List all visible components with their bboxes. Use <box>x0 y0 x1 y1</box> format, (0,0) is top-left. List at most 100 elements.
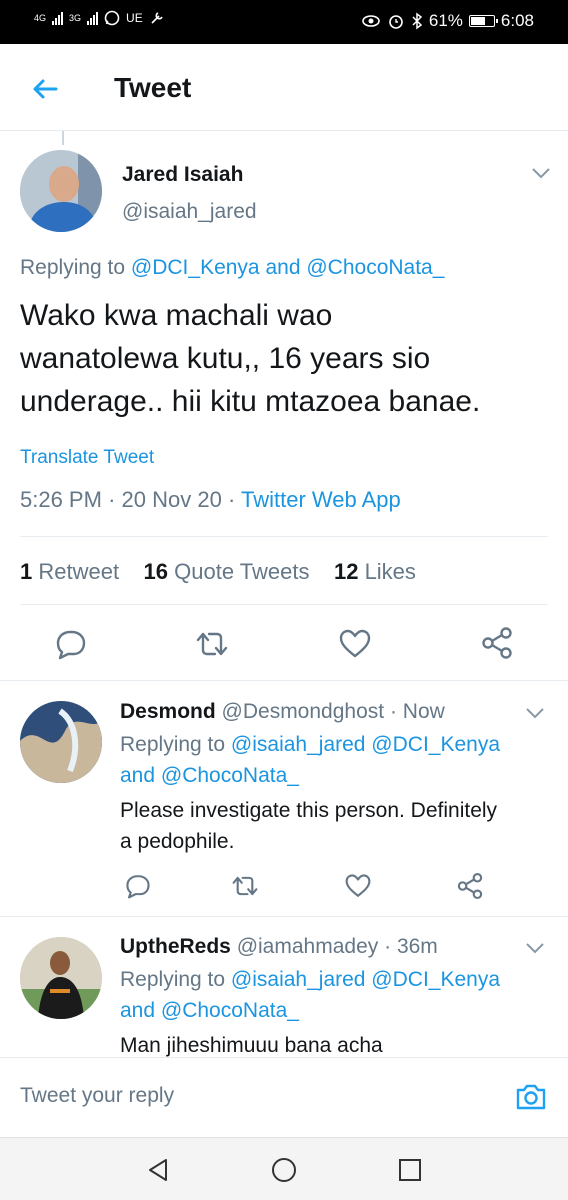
tweet-text: Wako kwa machali wao wanatolewa kutu,, 1… <box>20 294 550 423</box>
replying-to: Replying to @DCI_Kenya and @ChocoNata_ <box>20 256 444 280</box>
divider <box>0 916 568 917</box>
meta-dot: · <box>227 487 236 512</box>
avatar[interactable] <box>20 937 102 1019</box>
square-recents-icon[interactable] <box>396 1156 424 1184</box>
bluetooth-icon <box>412 12 423 30</box>
status-time: 6:08 <box>500 11 534 30</box>
replying-line: and @ChocoNata_ <box>120 760 550 791</box>
replying-prefix: Replying to <box>20 256 126 279</box>
system-nav-bar <box>0 1137 568 1200</box>
reply-composer: Tweet your reply <box>0 1057 568 1137</box>
avatar-photo <box>20 937 102 1019</box>
reply-text-line: a pedophile. <box>120 830 235 853</box>
reply-author-handle[interactable]: @iamahmadey <box>237 935 379 958</box>
author-handle[interactable]: @isaiah_jared <box>122 200 257 224</box>
retweets-label: Retweet <box>38 559 120 584</box>
tweet-time: 5:26 PM <box>20 487 102 512</box>
mention-link[interactable]: @ChocoNata_ <box>306 256 444 279</box>
replying-line: and @ChocoNata_ <box>120 995 550 1026</box>
retweets-stat[interactable]: 1 Retweet <box>20 559 119 584</box>
tweet-source-link[interactable]: Twitter Web App <box>241 487 401 512</box>
replying-prefix: Replying to <box>120 733 226 756</box>
network-type-2: 3G <box>69 13 82 23</box>
camera-icon[interactable] <box>514 1080 548 1114</box>
divider <box>0 680 568 681</box>
reply-input[interactable]: Tweet your reply <box>20 1084 174 1108</box>
avatar-photo <box>20 150 102 232</box>
carrier-label: UE <box>126 11 143 25</box>
reply-author-name[interactable]: UptheReds <box>120 935 231 958</box>
share-icon[interactable] <box>480 626 514 660</box>
arrow-left-icon[interactable] <box>28 72 62 106</box>
circle-home-icon[interactable] <box>270 1156 298 1184</box>
author-name[interactable]: Jared Isaiah <box>122 163 243 187</box>
quotes-label: Quote Tweets <box>174 559 310 584</box>
mention-link[interactable]: @ChocoNata_ <box>161 764 299 787</box>
retweet-icon[interactable] <box>230 873 260 899</box>
tweet-meta: 5:26 PM · 20 Nov 20 · Twitter Web App <box>20 487 401 513</box>
reply-text: Please investigate this person. Definite… <box>120 795 560 857</box>
tweet-date: 20 Nov 20 <box>121 487 222 512</box>
reply-time: 36m <box>396 935 438 958</box>
tweet-text-line: underage.. hii kitu mtazoea banae. <box>20 385 481 418</box>
replying-and: and <box>120 764 156 787</box>
heart-icon[interactable] <box>344 873 372 899</box>
reply-author-name[interactable]: Desmond <box>120 700 216 723</box>
replying-prefix: Replying to <box>120 968 226 991</box>
quotes-count: 16 <box>143 559 169 584</box>
tweet-text-line: Wako kwa machali wao <box>20 299 333 332</box>
tweet-stats: 1 Retweet 16 Quote Tweets 12 Likes <box>20 559 416 585</box>
reply-replying-to: Replying to @isaiah_jared @DCI_Kenya and… <box>120 729 550 791</box>
triangle-back-icon[interactable] <box>144 1156 172 1184</box>
alarm-icon <box>389 15 403 29</box>
avatar[interactable] <box>20 701 102 783</box>
thread-line <box>62 131 64 145</box>
divider <box>20 536 548 537</box>
likes-stat[interactable]: 12 Likes <box>334 559 416 584</box>
quotes-stat[interactable]: 16 Quote Tweets <box>144 559 310 584</box>
chevron-down-icon[interactable] <box>530 166 552 180</box>
status-bar: 4G 3G UE 61% 6:08 <box>0 0 568 44</box>
avatar-photo <box>20 701 102 783</box>
tools-icon <box>151 12 163 24</box>
reply-text-line: Please investigate this person. Definite… <box>120 799 498 822</box>
mention-link[interactable]: @DCI_Kenya <box>131 256 260 279</box>
reply-replying-to: Replying to @isaiah_jared @DCI_Kenya and… <box>120 964 550 1026</box>
tweet-text-line: wanatolewa kutu,, 16 years sio <box>20 342 431 375</box>
divider <box>20 604 548 605</box>
replying-line: Replying to @isaiah_jared @DCI_Kenya <box>120 964 550 995</box>
page-title: Tweet <box>114 72 192 103</box>
avatar[interactable] <box>20 150 102 232</box>
network-type-1: 4G <box>34 13 47 23</box>
mention-link[interactable]: @isaiah_jared @DCI_Kenya <box>231 733 500 756</box>
battery-percent: 61% <box>428 11 463 30</box>
chevron-down-icon[interactable] <box>524 941 546 955</box>
battery-icon <box>468 15 498 27</box>
reply-time: Now <box>402 700 445 723</box>
meta-dot: · <box>389 700 397 723</box>
status-right: 61% 6:08 <box>361 11 534 31</box>
retweet-icon[interactable] <box>194 628 230 660</box>
meta-dot: · <box>108 487 116 512</box>
share-icon[interactable] <box>456 872 484 900</box>
header-divider <box>0 130 568 131</box>
reply-header: Desmond @Desmondghost · Now <box>120 700 445 724</box>
comment-icon[interactable] <box>54 628 88 660</box>
signal-icon-2 <box>87 11 99 25</box>
mention-link[interactable]: @isaiah_jared @DCI_Kenya <box>231 968 500 991</box>
status-left: 4G 3G UE <box>34 10 165 26</box>
replying-and[interactable]: and <box>265 256 300 279</box>
mention-link[interactable]: @ChocoNata_ <box>161 999 299 1022</box>
meta-dot: · <box>384 935 392 958</box>
whatsapp-icon <box>104 10 120 26</box>
replying-line: Replying to @isaiah_jared @DCI_Kenya <box>120 729 550 760</box>
chevron-down-icon[interactable] <box>524 706 546 720</box>
likes-count: 12 <box>333 559 359 584</box>
heart-icon[interactable] <box>338 628 372 660</box>
translate-link[interactable]: Translate Tweet <box>20 447 154 469</box>
retweets-count: 1 <box>20 559 33 584</box>
comment-icon[interactable] <box>124 873 152 899</box>
replying-and: and <box>120 999 156 1022</box>
reply-author-handle[interactable]: @Desmondghost <box>222 700 385 723</box>
eye-icon <box>362 15 380 27</box>
